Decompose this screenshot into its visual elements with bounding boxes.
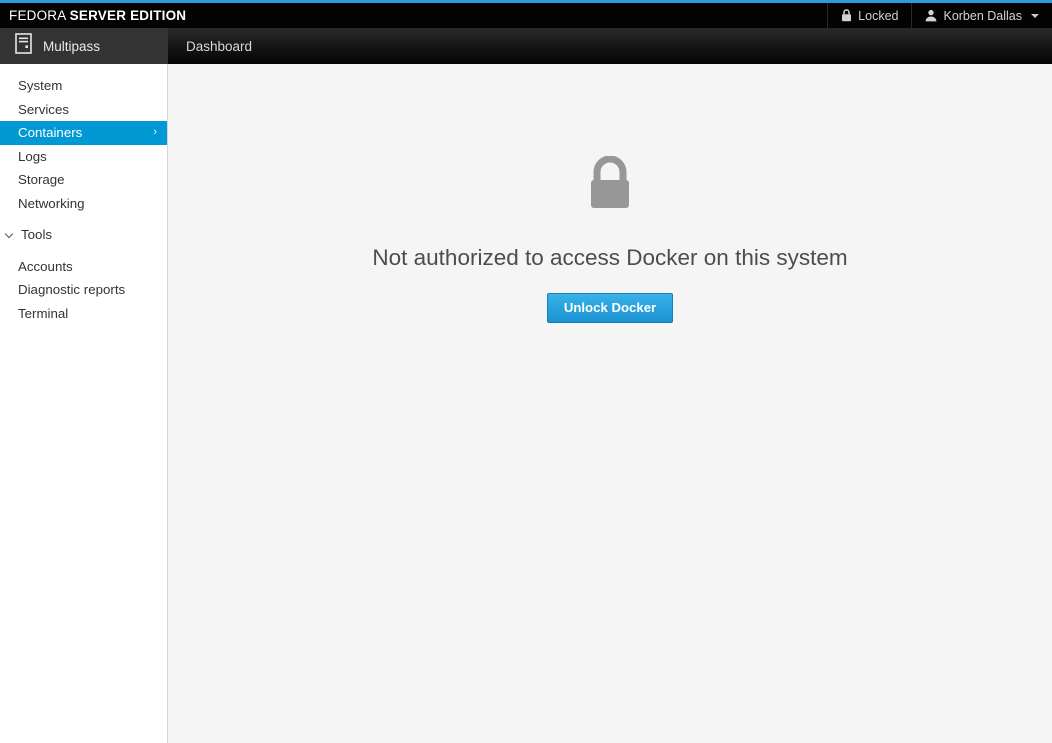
sidebar-group-label: Tools bbox=[21, 227, 53, 243]
sidebar-item-label: Storage bbox=[18, 172, 65, 188]
sidebar-item-label: Networking bbox=[18, 195, 85, 211]
empty-state-message: Not authorized to access Docker on this … bbox=[372, 245, 848, 270]
lock-icon bbox=[584, 155, 636, 217]
sidebar-item-label: Logs bbox=[18, 148, 47, 164]
host-name: Multipass bbox=[43, 38, 101, 54]
sidebar-item-accounts[interactable]: Accounts bbox=[0, 255, 167, 279]
top-navigation-bar: FEDORA SERVER EDITION Locked Korben Dall… bbox=[0, 3, 1052, 28]
user-icon bbox=[925, 9, 937, 22]
user-menu-button[interactable]: Korben Dallas bbox=[911, 3, 1052, 28]
unlock-docker-button[interactable]: Unlock Docker bbox=[546, 293, 674, 324]
brand-name: FEDORA bbox=[9, 8, 66, 23]
sidebar-group-spacer bbox=[0, 247, 167, 255]
chevron-down-icon bbox=[6, 230, 14, 238]
locked-status-label: Locked bbox=[858, 8, 899, 23]
page-title-label: Dashboard bbox=[186, 38, 253, 54]
sidebar-item-logs[interactable]: Logs bbox=[0, 145, 167, 169]
sidebar-item-label: Accounts bbox=[18, 258, 73, 274]
sidebar-item-system[interactable]: System bbox=[0, 74, 167, 98]
sidebar-item-label: System bbox=[18, 78, 63, 94]
sidebar-navigation: System Services Containers › Logs Storag… bbox=[0, 64, 168, 743]
page-header-row: Multipass Dashboard bbox=[0, 28, 1052, 64]
app-body: System Services Containers › Logs Storag… bbox=[0, 64, 1052, 743]
chevron-down-icon bbox=[1031, 13, 1039, 18]
server-icon bbox=[15, 33, 32, 59]
sidebar-item-diagnostic-reports[interactable]: Diagnostic reports bbox=[0, 278, 167, 302]
main-content: Not authorized to access Docker on this … bbox=[168, 64, 1052, 743]
sidebar-item-services[interactable]: Services bbox=[0, 98, 167, 122]
sidebar-item-label: Diagnostic reports bbox=[18, 282, 126, 298]
user-menu-label: Korben Dallas bbox=[943, 8, 1022, 23]
chevron-right-icon: › bbox=[153, 126, 157, 139]
sidebar-item-label: Services bbox=[18, 101, 69, 117]
sidebar-item-label: Terminal bbox=[18, 305, 69, 321]
sidebar-item-containers[interactable]: Containers › bbox=[0, 121, 167, 145]
sidebar-item-label: Containers bbox=[18, 125, 83, 141]
brand-edition: SERVER EDITION bbox=[69, 8, 187, 23]
locked-status-button[interactable]: Locked bbox=[827, 3, 911, 28]
brand-title: FEDORA SERVER EDITION bbox=[0, 8, 186, 23]
sidebar-item-networking[interactable]: Networking bbox=[0, 192, 167, 216]
sidebar-item-storage[interactable]: Storage bbox=[0, 168, 167, 192]
sidebar-group-tools[interactable]: Tools bbox=[0, 223, 167, 247]
lock-icon bbox=[841, 9, 852, 22]
sidebar-item-terminal[interactable]: Terminal bbox=[0, 302, 167, 326]
page-title: Dashboard bbox=[168, 28, 252, 64]
topbar-actions: Locked Korben Dallas bbox=[827, 3, 1052, 28]
host-switcher[interactable]: Multipass bbox=[0, 28, 168, 64]
